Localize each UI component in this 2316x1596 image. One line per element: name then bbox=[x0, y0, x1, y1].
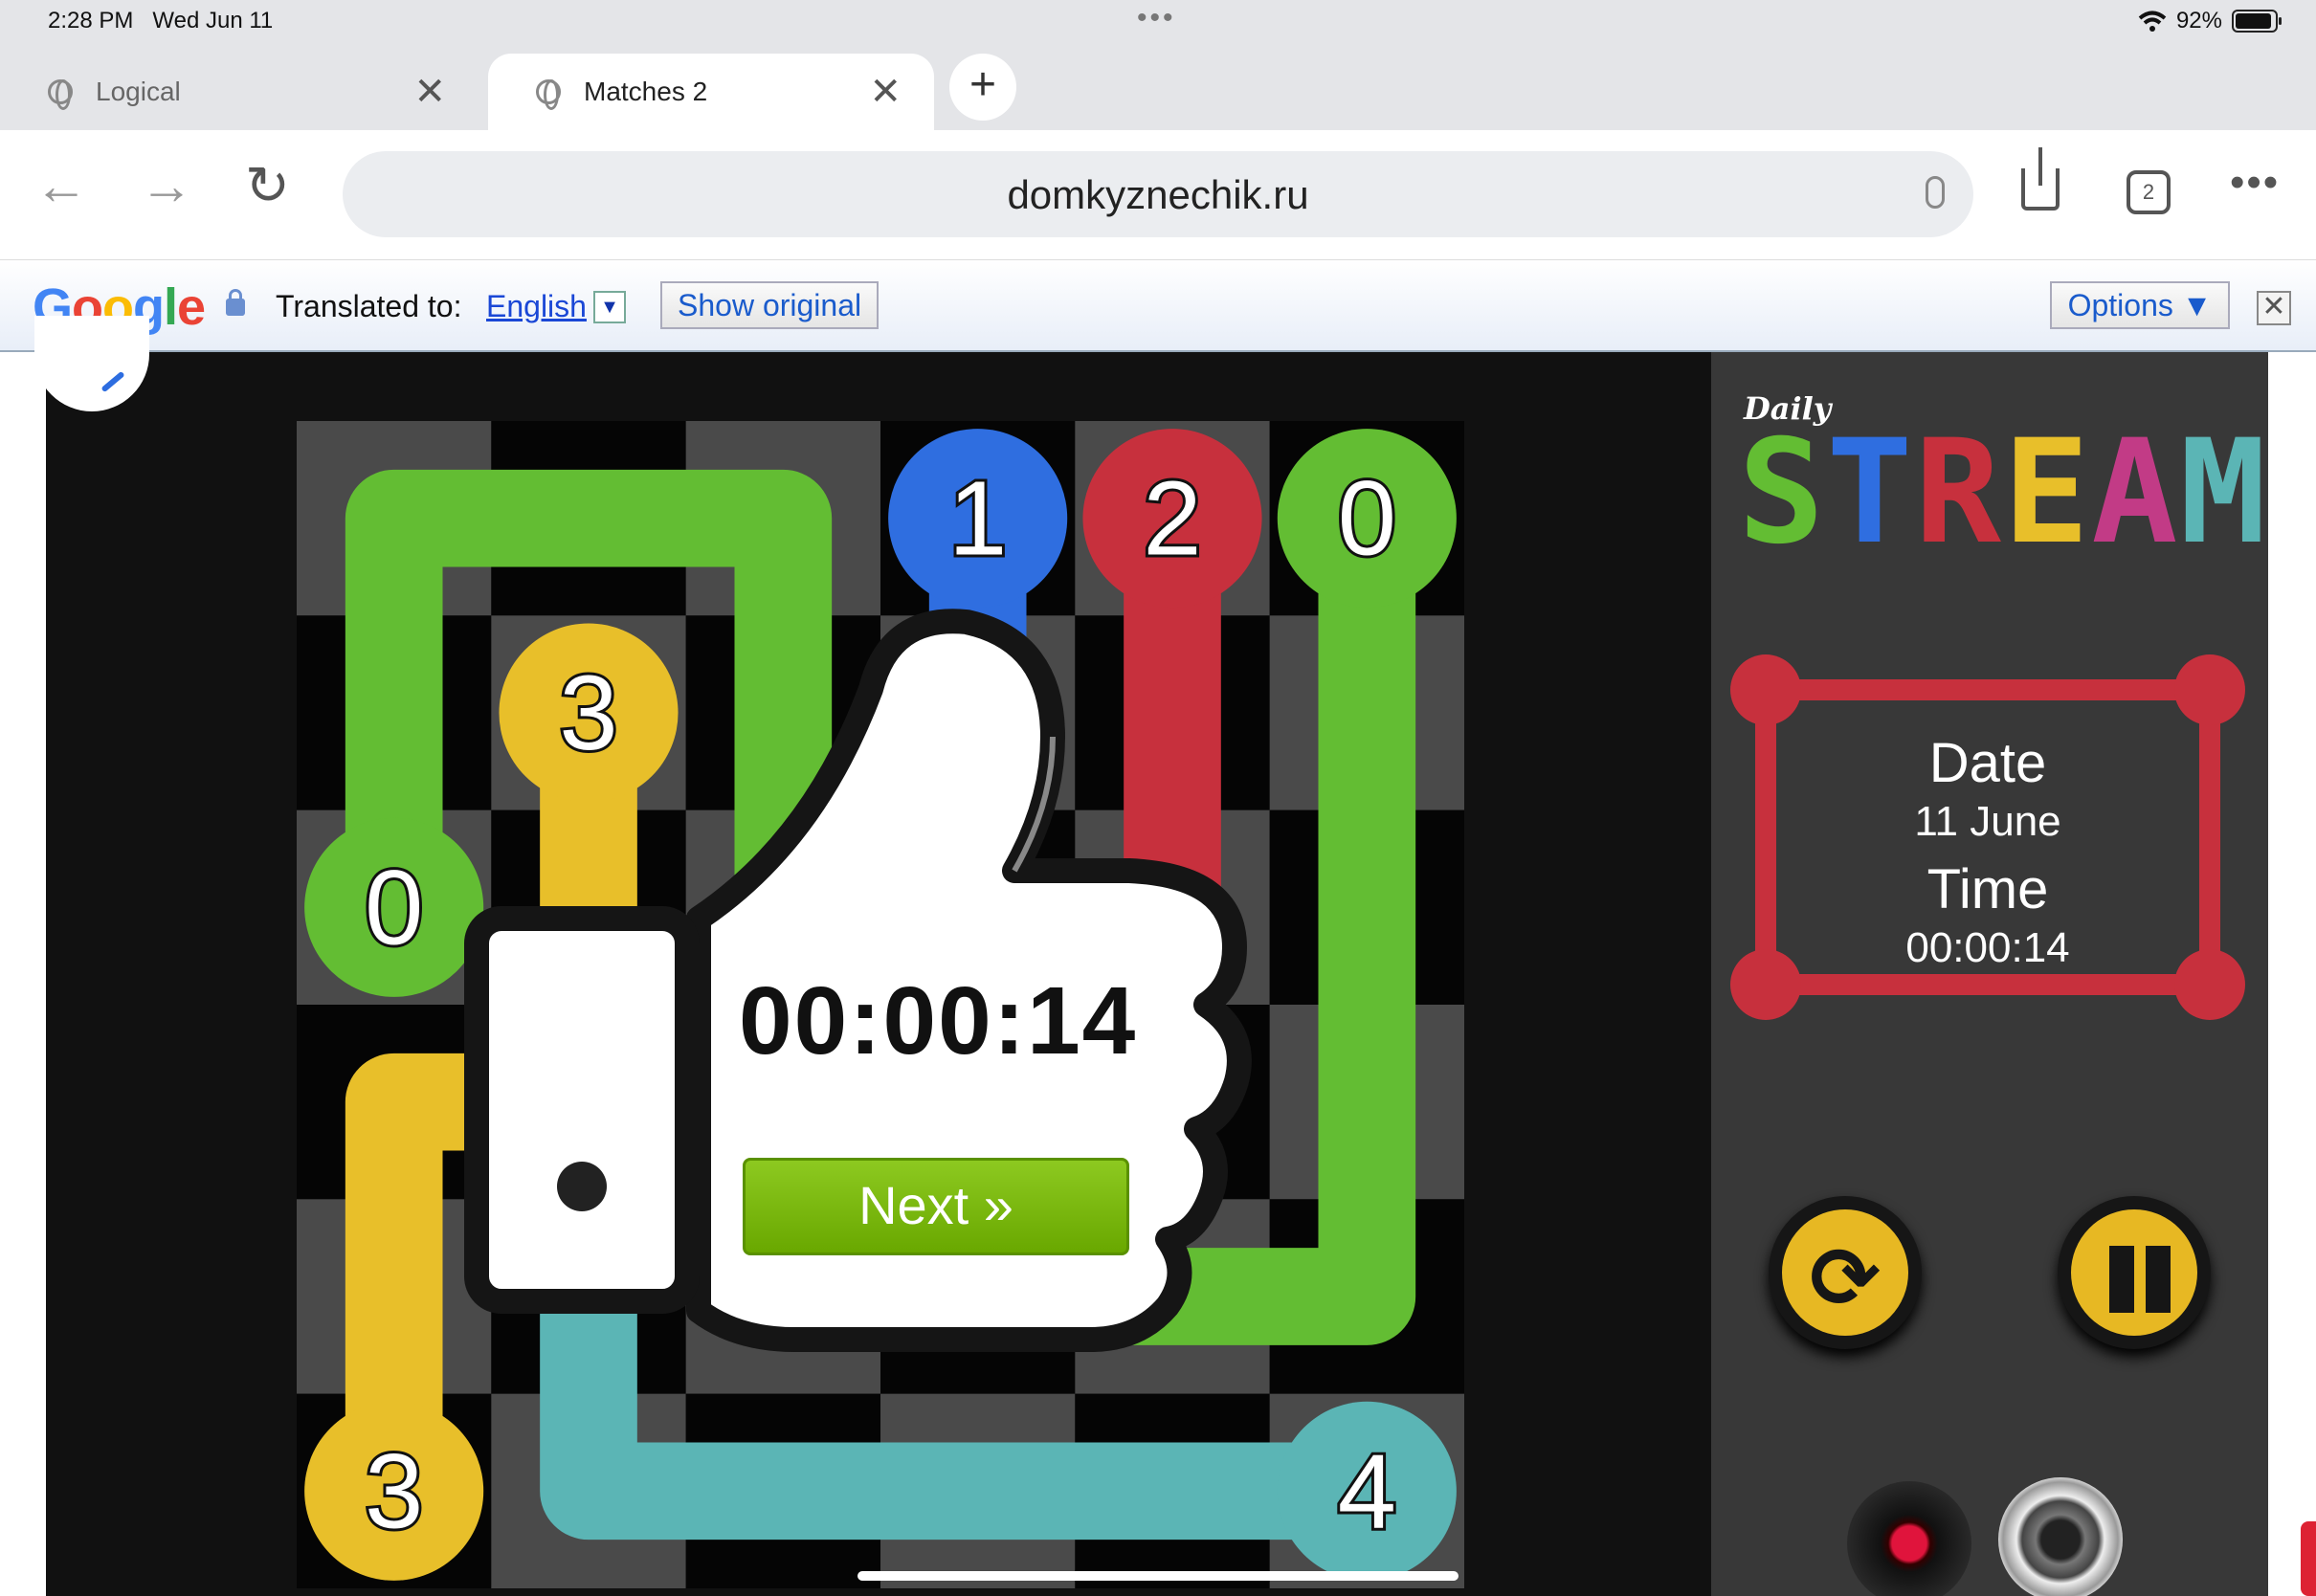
close-tab-icon[interactable]: ✕ bbox=[869, 70, 902, 114]
status-bar: 2:28 PM Wed Jun 11 ••• 92% bbox=[0, 0, 2316, 44]
node-red[interactable]: 2 bbox=[1082, 429, 1262, 609]
browser-toolbar: ← → ↻ domkyznechik.ru 2 ••• bbox=[0, 130, 2316, 260]
browser-window: { "status_bar": { "time": "2:28 PM", "da… bbox=[0, 0, 2316, 1596]
language-dropdown-icon[interactable]: ▼ bbox=[593, 291, 626, 323]
reload-icon[interactable]: ↻ bbox=[245, 159, 290, 212]
close-translate-bar-button[interactable]: ✕ bbox=[2257, 291, 2291, 325]
next-button[interactable]: Next » bbox=[743, 1158, 1129, 1255]
battery-icon bbox=[2232, 10, 2282, 33]
date-value: 11 June bbox=[1914, 798, 2061, 845]
sound-speaker-icon[interactable] bbox=[1998, 1477, 2123, 1596]
tab-label: Logical bbox=[96, 77, 181, 106]
show-original-button[interactable]: Show original bbox=[660, 281, 880, 329]
restart-button[interactable]: ⟳ bbox=[1769, 1196, 1922, 1349]
new-tab-button[interactable]: + bbox=[949, 54, 1016, 121]
node-label: 2 bbox=[1143, 460, 1201, 578]
record-icon[interactable] bbox=[1847, 1481, 1971, 1596]
node-blue[interactable]: 1 bbox=[888, 429, 1068, 609]
google-translate-bar: Google Translated to: English ▼ Show ori… bbox=[0, 260, 2316, 352]
forward-icon[interactable]: → bbox=[140, 159, 193, 212]
tab-matches-2[interactable]: Matches 2 ✕ bbox=[488, 54, 934, 130]
logo-stream: STREAM bbox=[1738, 410, 2268, 576]
node-label: 1 bbox=[948, 460, 1007, 578]
node-green[interactable]: 0 bbox=[304, 817, 484, 997]
address-bar[interactable]: domkyznechik.ru bbox=[343, 151, 1973, 237]
node-label: 3 bbox=[365, 1432, 423, 1550]
pause-icon bbox=[2146, 1246, 2171, 1313]
share-icon[interactable] bbox=[2021, 147, 2060, 211]
globe-icon bbox=[48, 79, 73, 110]
refresh-icon: ⟳ bbox=[1810, 1230, 1881, 1325]
node-label: 4 bbox=[1338, 1432, 1396, 1550]
multitasking-dots-icon[interactable]: ••• bbox=[1137, 2, 1176, 34]
lock-icon bbox=[226, 289, 245, 316]
close-tab-icon[interactable]: ✕ bbox=[413, 70, 446, 114]
node-label: 0 bbox=[1338, 460, 1396, 578]
microphone-icon[interactable] bbox=[1926, 176, 1945, 209]
node-green[interactable]: 0 bbox=[1277, 429, 1457, 609]
pause-button[interactable] bbox=[2058, 1196, 2211, 1349]
node-label: 0 bbox=[365, 849, 423, 966]
tab-strip: Logical ✕ Matches 2 ✕ bbox=[0, 44, 2316, 130]
node-teal[interactable]: 4 bbox=[1277, 1401, 1457, 1581]
tab-count-button[interactable]: 2 bbox=[2127, 170, 2171, 214]
side-tab[interactable] bbox=[2301, 1521, 2316, 1596]
wifi-icon bbox=[2138, 11, 2167, 32]
status-right: 92% bbox=[2138, 8, 2282, 34]
back-icon[interactable]: ← bbox=[34, 159, 88, 212]
thumbs-up-cuff bbox=[464, 906, 700, 1314]
node-yellow[interactable]: 3 bbox=[304, 1401, 484, 1581]
date-label: Date bbox=[1928, 732, 2047, 794]
tab-logical[interactable]: Logical ✕ bbox=[0, 54, 479, 130]
home-indicator[interactable] bbox=[857, 1571, 1459, 1581]
frame-corner bbox=[2174, 654, 2245, 725]
url-text: domkyznechik.ru bbox=[1007, 172, 1309, 217]
globe-icon bbox=[536, 79, 561, 110]
frame-corner bbox=[1730, 654, 1801, 725]
battery-percent: 92% bbox=[2175, 8, 2222, 33]
language-link[interactable]: English bbox=[486, 289, 587, 324]
overlay-time: 00:00:14 bbox=[739, 967, 1138, 1075]
more-menu-icon[interactable]: ••• bbox=[2230, 159, 2280, 207]
game-sidebar: Daily STREAM Date 11 June Time 00:00:14 … bbox=[1711, 352, 2268, 1596]
status-time: 2:28 PM Wed Jun 11 bbox=[48, 8, 274, 33]
info-box: Date 11 June Time 00:00:14 bbox=[1730, 654, 2245, 1020]
pause-icon bbox=[2109, 1246, 2134, 1313]
time-value: 00:00:14 bbox=[1905, 924, 2070, 971]
options-button[interactable]: Options ▼ bbox=[2050, 281, 2230, 329]
translated-to-label: Translated to: bbox=[276, 289, 462, 323]
tab-label: Matches 2 bbox=[584, 77, 708, 106]
cuff-button-icon bbox=[557, 1162, 607, 1211]
time-label: Time bbox=[1926, 858, 2049, 920]
